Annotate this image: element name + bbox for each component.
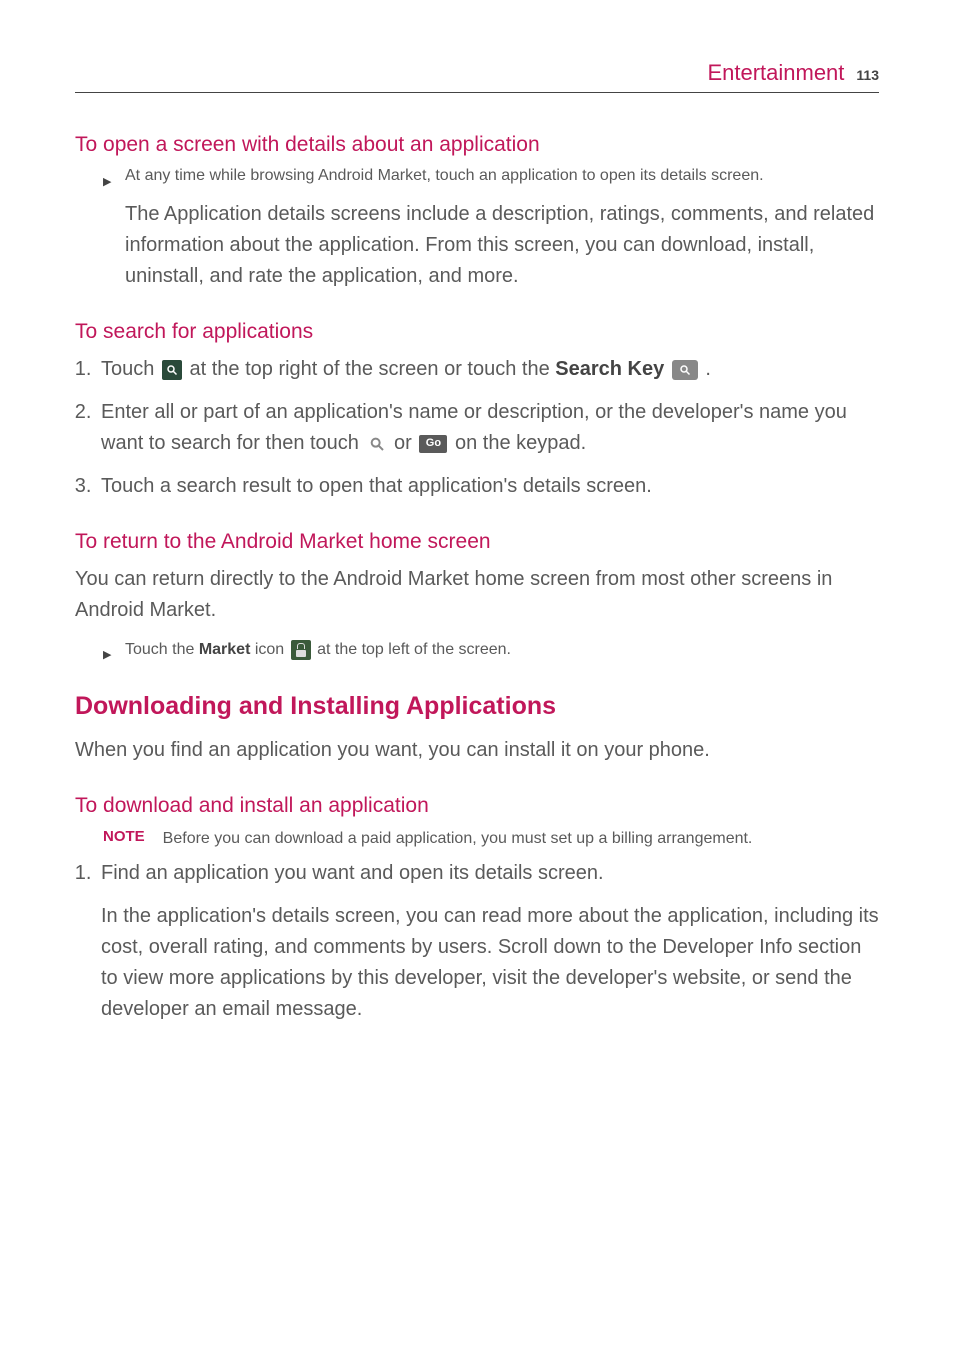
body-text: Touch	[101, 358, 160, 380]
list-item: Enter all or part of an application's na…	[97, 397, 879, 459]
list-item: Touch at the top right of the screen or …	[97, 354, 879, 385]
search-key-label: Search Key	[555, 358, 664, 380]
body-text: The Application details screens include …	[75, 199, 879, 292]
heading-open-details: To open a screen with details about an a…	[75, 133, 879, 157]
body-text: At any time while browsing Android Marke…	[125, 167, 764, 184]
list-item: Touch a search result to open that appli…	[97, 471, 879, 502]
body-text: or	[389, 432, 418, 454]
heading-download-install-app: To download and install an application	[75, 794, 879, 818]
list-item: Find an application you want and open it…	[97, 858, 879, 889]
body-text: icon	[250, 641, 288, 658]
note-label: NOTE	[103, 828, 145, 845]
note-text: Before you can download a paid applicati…	[163, 828, 753, 850]
body-text: Touch the	[125, 641, 199, 658]
page-header: Entertainment 113	[75, 60, 879, 93]
search-steps-list: Touch at the top right of the screen or …	[75, 354, 879, 502]
heading-return-home: To return to the Android Market home scr…	[75, 530, 879, 554]
body-text: on the keypad.	[449, 432, 586, 454]
page-number: 113	[856, 67, 879, 83]
go-button-icon: Go	[419, 435, 447, 453]
header-section-title: Entertainment	[707, 60, 844, 86]
market-label: Market	[199, 641, 251, 658]
search-key-icon	[672, 360, 698, 380]
body-text: In the application's details screen, you…	[75, 901, 879, 1025]
body-text: at the top right of the screen or touch …	[184, 358, 555, 380]
install-steps-list: Find an application you want and open it…	[75, 858, 879, 889]
search-icon	[367, 434, 387, 454]
body-text: .	[700, 358, 711, 380]
document-page: Entertainment 113 To open a screen with …	[0, 0, 954, 1372]
bullet-open-details: At any time while browsing Android Marke…	[75, 167, 879, 185]
note-block: NOTE Before you can download a paid appl…	[103, 828, 879, 850]
heading-search-apps: To search for applications	[75, 320, 879, 344]
bullet-market-icon: Touch the Market icon at the top left of…	[75, 640, 879, 660]
heading-downloading-installing: Downloading and Installing Applications	[75, 692, 879, 721]
market-icon	[291, 640, 311, 660]
search-icon	[162, 360, 182, 380]
body-text: When you find an application you want, y…	[75, 735, 879, 766]
body-text: at the top left of the screen.	[313, 641, 511, 658]
body-text: You can return directly to the Android M…	[75, 564, 879, 626]
